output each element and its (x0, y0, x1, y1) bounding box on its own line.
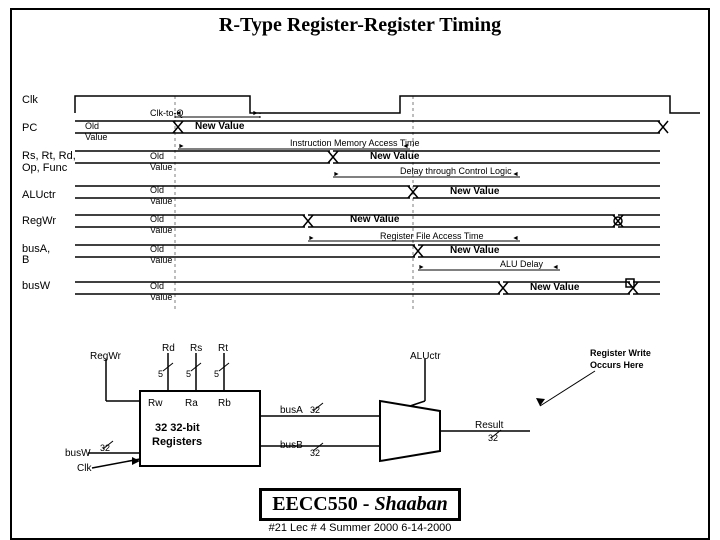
svg-text:Occurs Here: Occurs Here (590, 360, 644, 370)
svg-text:Rb: Rb (218, 398, 231, 409)
svg-text:5: 5 (158, 369, 163, 379)
svg-text:PC: PC (22, 122, 37, 134)
svg-text:Delay through Control Logic: Delay through Control Logic (400, 166, 512, 176)
svg-text:Result: Result (475, 420, 504, 431)
page-title: R-Type Register-Register Timing (20, 14, 700, 37)
course-code: EECC550 (272, 493, 358, 515)
svg-text:Old: Old (150, 151, 164, 161)
svg-text:►: ► (308, 235, 315, 242)
svg-text:►: ► (178, 143, 185, 150)
svg-text:Rt: Rt (218, 343, 228, 354)
svg-text:32 32-bit: 32 32-bit (155, 422, 200, 434)
main-box: R-Type Register-Register Timing Clk PC R… (10, 8, 710, 540)
footer: EECC550 - Shaaban #21 Lec # 4 Summer 200… (20, 488, 700, 534)
svg-text:Rd: Rd (162, 343, 175, 354)
svg-text:5: 5 (186, 369, 191, 379)
svg-text:►: ► (333, 171, 340, 178)
svg-text:32: 32 (488, 433, 498, 443)
svg-text:Rw: Rw (148, 398, 163, 409)
svg-text:New Value: New Value (195, 121, 245, 132)
svg-text:Old: Old (85, 121, 99, 131)
svg-text:ALUctr: ALUctr (22, 189, 56, 201)
svg-text:New Value: New Value (530, 282, 580, 293)
circuit-diagram: RegWr Rd Rs Rt 5 5 5 ALUctr Register Wri… (20, 341, 700, 486)
svg-text:►: ► (252, 110, 259, 117)
svg-text:busW: busW (65, 448, 91, 459)
svg-text:Rs, Rt, Rd,: Rs, Rt, Rd, (22, 150, 76, 162)
course-sep: - (358, 493, 375, 515)
svg-text:Instruction Memory Access Time: Instruction Memory Access Time (290, 138, 420, 148)
svg-text:Clk: Clk (22, 94, 38, 106)
svg-text:◄: ◄ (512, 235, 519, 242)
svg-text:busW: busW (22, 280, 51, 292)
svg-text:busA: busA (280, 405, 303, 416)
svg-text:Register Write: Register Write (590, 348, 651, 358)
svg-text:Ra: Ra (185, 398, 198, 409)
svg-text:◄: ◄ (402, 143, 409, 150)
instructor-name: Shaaban (374, 493, 447, 515)
svg-text:Rs: Rs (190, 343, 202, 354)
svg-text:ALU Delay: ALU Delay (500, 259, 544, 269)
course-box: EECC550 - Shaaban (259, 488, 461, 521)
svg-text:New Value: New Value (350, 214, 400, 225)
svg-text:◄: ◄ (552, 264, 559, 271)
svg-text:B: B (22, 254, 29, 266)
svg-text:Clk: Clk (77, 463, 92, 474)
svg-text:New Value: New Value (450, 245, 500, 256)
svg-text:New Value: New Value (450, 186, 500, 197)
svg-text:◄: ◄ (175, 110, 182, 117)
svg-text:Op, Func: Op, Func (22, 162, 68, 174)
svg-text:RegWr: RegWr (22, 215, 56, 227)
svg-text:Register File Access Time: Register File Access Time (380, 231, 484, 241)
page: R-Type Register-Register Timing Clk PC R… (0, 0, 720, 540)
footer-sub: #21 Lec # 4 Summer 2000 6-14-2000 (20, 522, 700, 534)
course-name: EECC550 - Shaaban (272, 493, 448, 515)
svg-text:New Value: New Value (370, 151, 420, 162)
svg-text:►: ► (418, 264, 425, 271)
svg-text:Registers: Registers (152, 436, 202, 448)
svg-text:5: 5 (214, 369, 219, 379)
svg-text:◄: ◄ (512, 171, 519, 178)
timing-diagram: Clk PC Rs, Rt, Rd, Op, Func ALUctr RegWr… (20, 41, 700, 351)
